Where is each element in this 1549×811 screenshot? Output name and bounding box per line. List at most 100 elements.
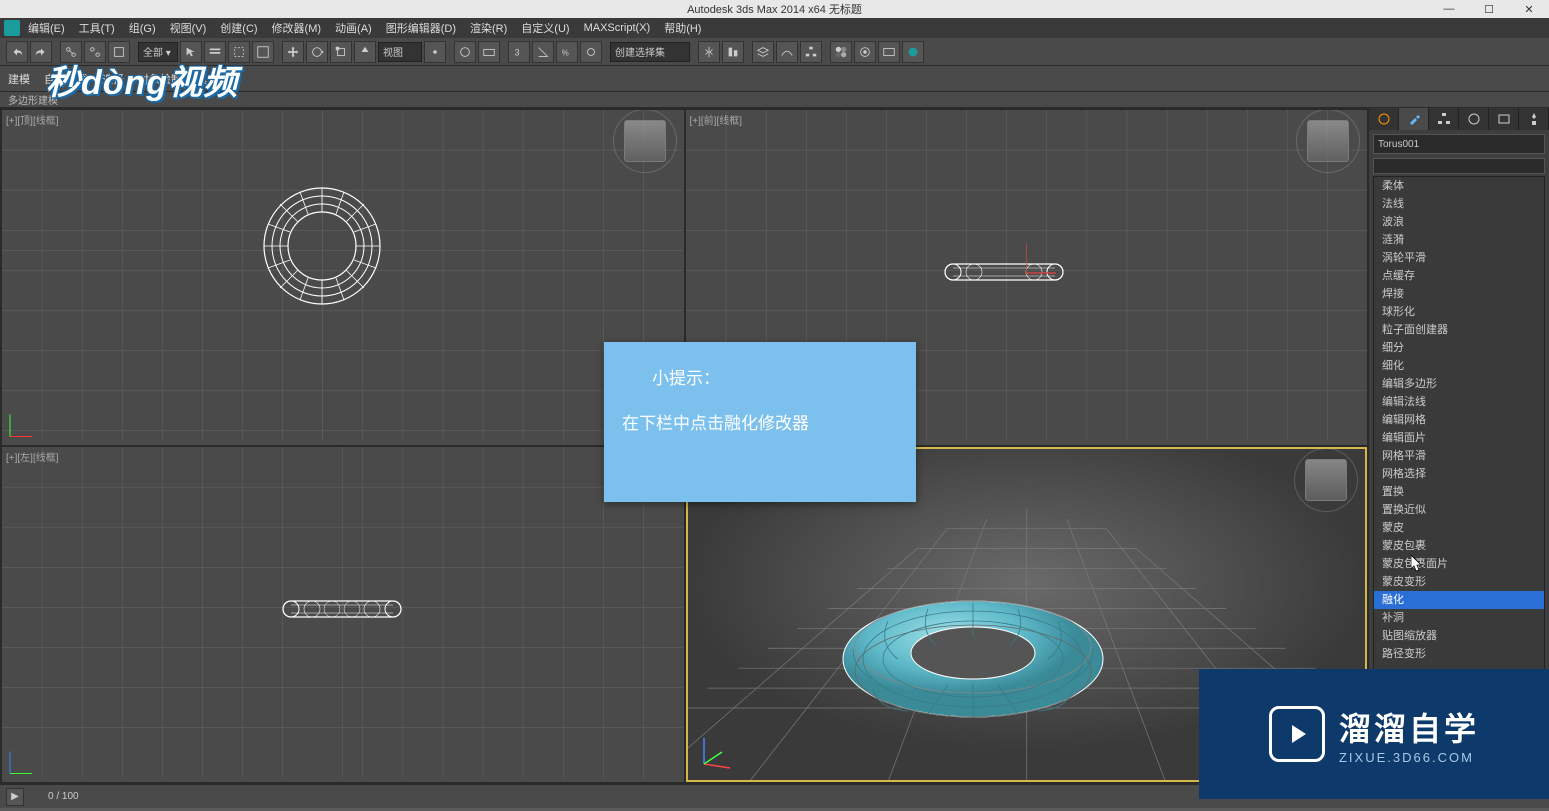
- layers-button[interactable]: [752, 41, 774, 63]
- modifier-item[interactable]: 法线: [1374, 195, 1544, 213]
- maximize-button[interactable]: ☐: [1469, 0, 1509, 18]
- named-selection[interactable]: 创建选择集: [610, 42, 690, 62]
- command-tabs: [1369, 108, 1549, 130]
- modifier-item[interactable]: 点缓存: [1374, 267, 1544, 285]
- schematic-button[interactable]: [800, 41, 822, 63]
- watermark-icon: [1269, 706, 1325, 762]
- menu-help[interactable]: 帮助(H): [660, 18, 705, 38]
- placement-button[interactable]: [354, 41, 376, 63]
- tab-create[interactable]: [1369, 108, 1399, 130]
- tab-display[interactable]: [1489, 108, 1519, 130]
- minimize-button[interactable]: —: [1429, 0, 1469, 18]
- modifier-item[interactable]: 蒙皮包裹: [1374, 537, 1544, 555]
- viewcube-persp[interactable]: [1305, 459, 1347, 501]
- torus-top-wire: [262, 186, 382, 306]
- modifier-item[interactable]: 置换: [1374, 483, 1544, 501]
- mirror-button[interactable]: [698, 41, 720, 63]
- ref-coord[interactable]: 视图: [378, 42, 422, 62]
- menu-animation[interactable]: 动画(A): [331, 18, 376, 38]
- modifier-item[interactable]: 网格选择: [1374, 465, 1544, 483]
- modifier-item[interactable]: 蒙皮变形: [1374, 573, 1544, 591]
- modifier-item[interactable]: 蒙皮包裹面片: [1374, 555, 1544, 573]
- viewcube-top[interactable]: [624, 120, 666, 162]
- align-button[interactable]: [722, 41, 744, 63]
- modifier-item[interactable]: 网格平滑: [1374, 447, 1544, 465]
- modifier-item[interactable]: 波浪: [1374, 213, 1544, 231]
- viewcube-front[interactable]: [1307, 120, 1349, 162]
- modifier-item[interactable]: 编辑面片: [1374, 429, 1544, 447]
- title-bar: Autodesk 3ds Max 2014 x64 无标题 — ☐ ✕: [0, 0, 1549, 18]
- menu-render[interactable]: 渲染(R): [466, 18, 511, 38]
- material-editor-button[interactable]: [830, 41, 852, 63]
- viewport-top[interactable]: [+][顶][线框]: [2, 110, 684, 445]
- modifier-item[interactable]: 置换近似: [1374, 501, 1544, 519]
- manipulate-button[interactable]: [454, 41, 476, 63]
- curve-editor-button[interactable]: [776, 41, 798, 63]
- menu-maxscript[interactable]: MAXScript(X): [580, 20, 655, 36]
- hint-title: 小提示：: [622, 364, 898, 389]
- viewport-top-label[interactable]: [+][顶][线框]: [6, 112, 59, 127]
- modifier-item[interactable]: 蒙皮: [1374, 519, 1544, 537]
- snap-button[interactable]: 3: [508, 41, 530, 63]
- viewport-left-label[interactable]: [+][左][线框]: [6, 449, 59, 464]
- torus-left-wire: [282, 600, 402, 618]
- modifier-item[interactable]: 焊接: [1374, 285, 1544, 303]
- tab-modify[interactable]: [1399, 108, 1429, 130]
- modifier-item[interactable]: 细分: [1374, 339, 1544, 357]
- tab-hierarchy[interactable]: [1429, 108, 1459, 130]
- modifier-item[interactable]: 柔体: [1374, 177, 1544, 195]
- rotate-button[interactable]: [306, 41, 328, 63]
- keyboard-button[interactable]: [478, 41, 500, 63]
- percent-snap-button[interactable]: %: [556, 41, 578, 63]
- pivot-center-button[interactable]: [424, 41, 446, 63]
- menu-edit[interactable]: 编辑(E): [24, 18, 69, 38]
- title-text: Autodesk 3ds Max 2014 x64 无标题: [687, 1, 862, 17]
- spinner-snap-button[interactable]: [580, 41, 602, 63]
- undo-button[interactable]: [6, 41, 28, 63]
- gizmo-top: [10, 407, 40, 437]
- watermark-title: 溜溜自学: [1339, 704, 1479, 750]
- viewport-left[interactable]: [+][左][线框]: [2, 447, 684, 782]
- render-button[interactable]: [902, 41, 924, 63]
- modifier-item[interactable]: 编辑多边形: [1374, 375, 1544, 393]
- play-button[interactable]: ▶: [6, 788, 24, 806]
- scale-button[interactable]: [330, 41, 352, 63]
- menu-customize[interactable]: 自定义(U): [517, 18, 573, 38]
- angle-snap-button[interactable]: [532, 41, 554, 63]
- modifier-item[interactable]: 贴图缩放器: [1374, 627, 1544, 645]
- modifier-item[interactable]: 编辑法线: [1374, 393, 1544, 411]
- render-frame-button[interactable]: [878, 41, 900, 63]
- modifier-item[interactable]: 涡轮平滑: [1374, 249, 1544, 267]
- menu-group[interactable]: 组(G): [125, 18, 160, 38]
- select-window-button[interactable]: [252, 41, 274, 63]
- modifier-item[interactable]: 粒子面创建器: [1374, 321, 1544, 339]
- tab-utilities[interactable]: [1519, 108, 1549, 130]
- torus-persp: [828, 559, 1118, 729]
- viewport-front-label[interactable]: [+][前][线框]: [690, 112, 743, 127]
- ribbon-modeling[interactable]: 建模: [8, 71, 30, 87]
- menu-modifiers[interactable]: 修改器(M): [268, 18, 326, 38]
- modifier-item[interactable]: 细化: [1374, 357, 1544, 375]
- gizmo-left: [10, 744, 40, 774]
- logo-overlay: 秒dòng视频: [46, 55, 238, 104]
- menu-views[interactable]: 视图(V): [166, 18, 211, 38]
- menu-create[interactable]: 创建(C): [216, 18, 261, 38]
- modifier-item[interactable]: 球形化: [1374, 303, 1544, 321]
- render-setup-button[interactable]: [854, 41, 876, 63]
- modifier-item[interactable]: 补洞: [1374, 609, 1544, 627]
- move-button[interactable]: [282, 41, 304, 63]
- modifier-item[interactable]: 路径变形: [1374, 645, 1544, 663]
- menu-graph[interactable]: 图形编辑器(D): [382, 18, 460, 38]
- watermark-url: ZIXUE.3D66.COM: [1339, 750, 1479, 765]
- tab-motion[interactable]: [1459, 108, 1489, 130]
- menu-tools[interactable]: 工具(T): [75, 18, 119, 38]
- modifier-item[interactable]: 涟漪: [1374, 231, 1544, 249]
- close-button[interactable]: ✕: [1509, 0, 1549, 18]
- menu-bar: 编辑(E) 工具(T) 组(G) 视图(V) 创建(C) 修改器(M) 动画(A…: [0, 18, 1549, 38]
- object-name-field[interactable]: [1373, 134, 1545, 154]
- app-icon[interactable]: [4, 20, 20, 36]
- modifier-item[interactable]: 融化: [1374, 591, 1544, 609]
- modifier-item[interactable]: 编辑网格: [1374, 411, 1544, 429]
- modifier-dropdown[interactable]: [1373, 158, 1545, 174]
- window-controls: — ☐ ✕: [1429, 0, 1549, 18]
